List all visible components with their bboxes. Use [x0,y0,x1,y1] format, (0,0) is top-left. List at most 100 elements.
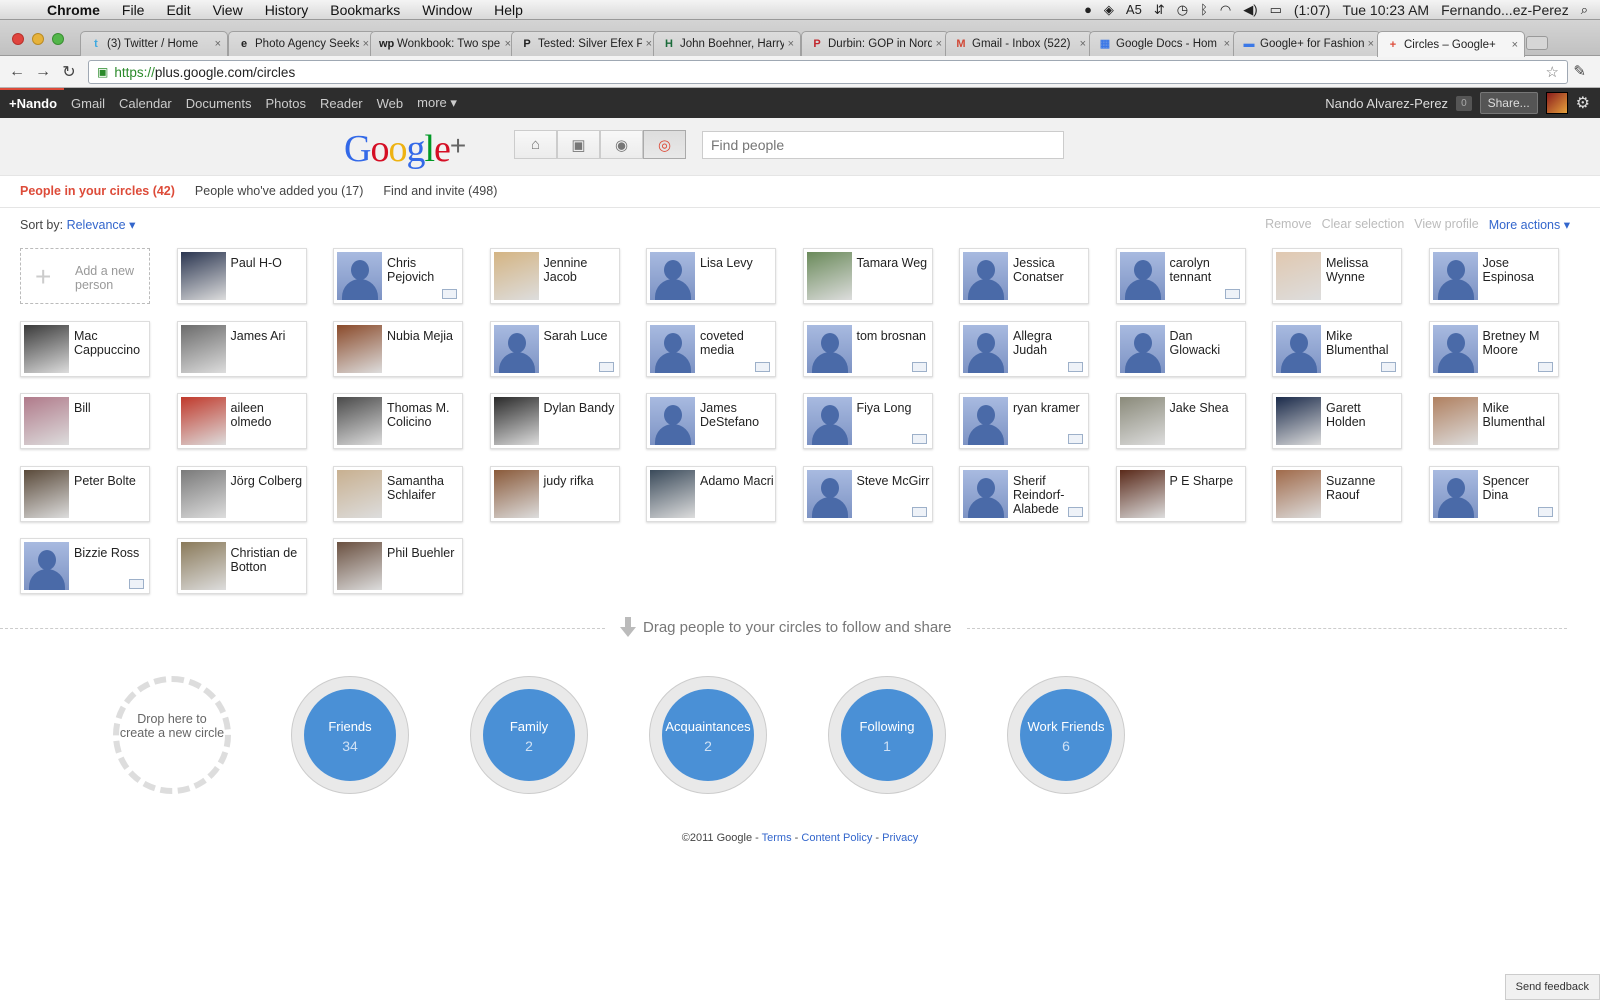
person-card[interactable]: judy rifka [489,465,620,522]
person-card[interactable]: Dylan Bandy [489,393,620,449]
volume-icon[interactable]: ◀) [1243,2,1257,18]
person-card[interactable]: coveted media [646,320,776,377]
person-card[interactable]: Jörg Colberg [176,465,307,522]
tab-0[interactable]: t (3) Twitter / Home × [80,31,228,56]
clear-selection-button[interactable]: Clear selection [1322,217,1405,232]
person-card[interactable]: ryan kramer [959,393,1089,449]
person-card[interactable]: Bizzie Ross [20,538,150,594]
minimize-window-icon[interactable] [32,33,44,45]
bookmark-star-icon[interactable]: ☆ [1546,63,1559,81]
menu-window[interactable]: Window [411,2,483,18]
person-card[interactable]: Fiya Long [802,393,933,449]
terms-link[interactable]: Terms [762,832,792,844]
profile-icon[interactable]: ◉ [600,130,643,159]
gbar-plus-me[interactable]: +Nando [0,88,65,118]
google-plus-logo[interactable]: Google+ [344,127,466,171]
person-card[interactable]: Melissa Wynne [1272,248,1402,304]
person-card[interactable]: Dan Glowacki [1115,320,1246,377]
time-machine-icon[interactable]: ◷ [1177,2,1188,18]
tab-3[interactable]: P Tested: Silver Efex P × [511,31,659,56]
address-bar[interactable]: ▣ https:// plus.google.com/circles ☆ [88,60,1568,84]
gbar-gmail[interactable]: Gmail [64,96,112,111]
close-tab-icon[interactable]: × [788,38,794,50]
add-person-card[interactable]: + Add a new person [20,248,150,304]
gear-icon[interactable]: ⚙ [1576,93,1590,113]
tab-6[interactable]: M Gmail - Inbox (522) × [945,31,1093,56]
menu-edit[interactable]: Edit [155,2,201,18]
tab-1[interactable]: e Photo Agency Seeks × [228,31,376,56]
spotlight-icon[interactable]: ⌕ [1581,2,1588,18]
circle-work-friends[interactable]: Work Friends 6 [1007,676,1125,794]
person-card[interactable]: Adamo Macri [646,465,776,522]
person-card[interactable]: Jessica Conatser [959,248,1089,304]
menu-bookmarks[interactable]: Bookmarks [319,2,411,18]
person-card[interactable]: Jennine Jacob [489,248,620,304]
gbar-calendar[interactable]: Calendar [112,96,179,111]
gbar-more[interactable]: more ▾ [410,95,464,111]
person-card[interactable]: Nubia Mejia [333,320,463,377]
back-icon[interactable]: ← [4,63,30,81]
person-card[interactable]: Phil Buehler [333,538,463,594]
wrench-icon[interactable]: ✎ [1573,62,1586,80]
menu-file[interactable]: File [111,2,156,18]
circle-friends[interactable]: Friends 34 [291,676,409,794]
bluetooth-icon[interactable]: ᛒ [1200,2,1208,17]
adobe-icon[interactable]: A5 [1126,2,1142,17]
tab-2[interactable]: wp Wonkbook: Two spe × [370,31,518,56]
person-card[interactable]: Christian de Botton [176,538,307,594]
circle-family[interactable]: Family 2 [470,676,588,794]
privacy-link[interactable]: Privacy [882,832,918,844]
notification-count[interactable]: 0 [1456,95,1472,111]
gbar-documents[interactable]: Documents [179,96,259,111]
status-icon[interactable]: ● [1084,2,1092,17]
person-card[interactable]: Mike Blumenthal [1428,393,1559,449]
content-policy-link[interactable]: Content Policy [801,832,872,844]
person-card[interactable]: Peter Bolte [20,465,150,522]
menu-history[interactable]: History [254,2,320,18]
circle-acquaintances[interactable]: Acquaintances 2 [649,676,767,794]
close-tab-icon[interactable]: × [1512,39,1518,51]
person-card[interactable]: P E Sharpe [1115,465,1246,522]
sort-dropdown[interactable]: Relevance ▾ [67,218,136,232]
tab-8[interactable]: ▬ Google+ for Fashion × [1233,31,1381,56]
menubar-user[interactable]: Fernando...ez-Perez [1441,2,1569,18]
clock[interactable]: Tue 10:23 AM [1342,2,1429,18]
person-card[interactable]: Spencer Dina [1428,465,1559,522]
tab-5[interactable]: P Durbin: GOP in Norq × [801,31,949,56]
person-card[interactable]: aileen olmedo [176,393,307,449]
remove-button[interactable]: Remove [1265,217,1312,232]
person-card[interactable]: Suzanne Raouf [1272,465,1402,522]
person-card[interactable]: Bill [20,393,150,449]
tab-7[interactable]: ▦ Google Docs - Hom × [1089,31,1237,56]
person-card[interactable]: Chris Pejovich [333,248,463,304]
sync-icon[interactable]: ⇵ [1154,2,1165,18]
send-feedback-button[interactable]: Send feedback [1504,974,1600,1000]
forward-icon[interactable]: → [30,63,56,81]
tab-people-in-circles[interactable]: People in your circles (42) [20,184,175,198]
person-card[interactable]: Allegra Judah [959,320,1089,377]
person-card[interactable]: Lisa Levy [646,248,776,304]
share-button[interactable]: Share... [1479,92,1538,114]
gbar-reader[interactable]: Reader [313,96,370,111]
gbar-username[interactable]: Nando Alvarez-Perez [1325,96,1448,111]
close-tab-icon[interactable]: × [1368,38,1374,50]
view-profile-button[interactable]: View profile [1414,217,1478,232]
dropbox-icon[interactable]: ◈ [1104,2,1114,18]
close-window-icon[interactable] [12,33,24,45]
tab-find-invite[interactable]: Find and invite (498) [383,184,497,198]
tab-9[interactable]: + Circles – Google+ × [1377,31,1525,57]
person-card[interactable]: Garett Holden [1272,393,1402,449]
new-tab-button[interactable] [1526,36,1548,50]
home-icon[interactable]: ⌂ [514,130,557,159]
person-card[interactable]: Sarah Luce [489,320,620,377]
person-card[interactable]: Bretney M Moore [1428,320,1559,377]
person-card[interactable]: tom brosnan [802,320,933,377]
person-card[interactable]: Jose Espinosa [1428,248,1559,304]
wifi-icon[interactable]: ◠ [1220,2,1231,18]
reload-icon[interactable]: ↻ [56,62,82,82]
tab-4[interactable]: H John Boehner, Harry × [653,31,801,56]
person-card[interactable]: James DeStefano [646,393,776,449]
close-tab-icon[interactable]: × [936,38,942,50]
person-card[interactable]: carolyn tennant [1115,248,1246,304]
person-card[interactable]: Mike Blumenthal [1272,320,1402,377]
